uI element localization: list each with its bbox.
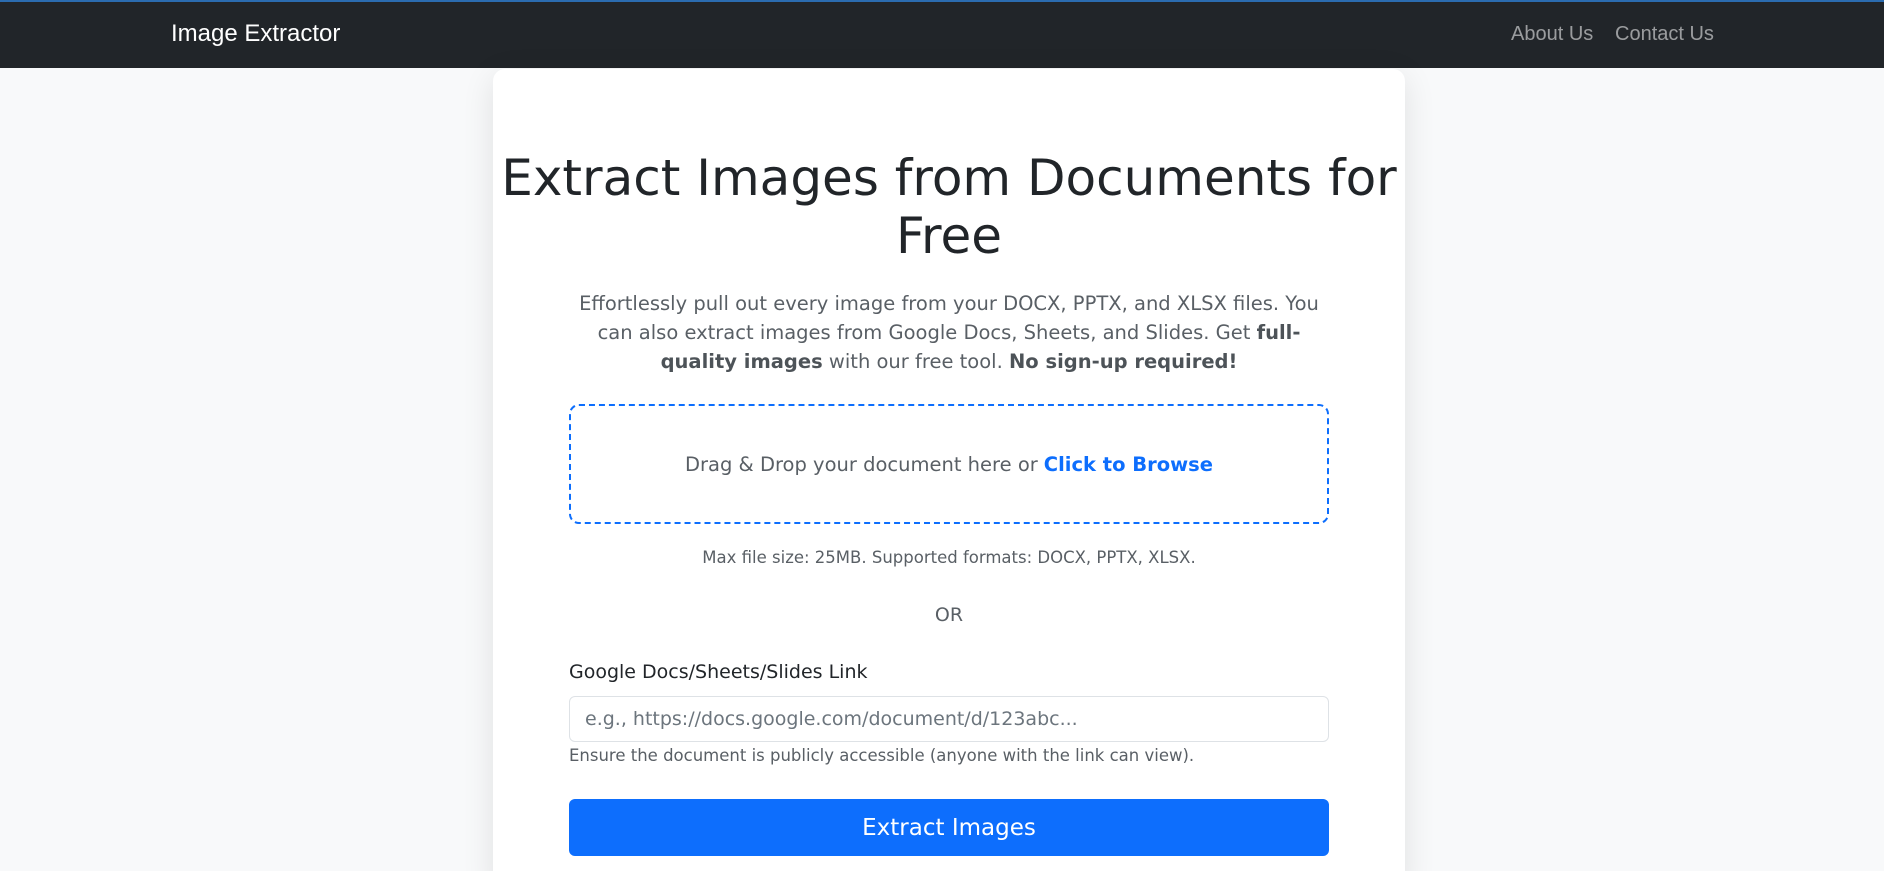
dropzone-text: Drag & Drop your document here or: [684, 452, 1038, 476]
main-card: Extract Images from Documents for Free E…: [493, 69, 1405, 871]
intro-text: Effortlessly pull out every image from y…: [568, 289, 1330, 376]
top-navbar: Image Extractor About Us Contact Us: [0, 0, 1884, 68]
browse-link[interactable]: Click to Browse: [1044, 453, 1213, 476]
extract-images-button[interactable]: Extract Images: [569, 799, 1329, 856]
brand-link[interactable]: Image Extractor: [171, 20, 340, 48]
google-link-input[interactable]: [569, 696, 1329, 742]
nav-about-us-link[interactable]: About Us: [1511, 23, 1593, 46]
google-link-help: Ensure the document is publicly accessib…: [569, 746, 1195, 765]
intro-text-part1: Effortlessly pull out every image from y…: [579, 292, 1319, 344]
google-link-label: Google Docs/Sheets/Slides Link: [569, 661, 868, 683]
file-size-hint: Max file size: 25MB. Supported formats: …: [702, 548, 1196, 567]
or-divider: OR: [934, 604, 964, 626]
intro-text-part2: with our free tool.: [822, 350, 1009, 373]
file-dropzone[interactable]: Drag & Drop your document here or Click …: [569, 404, 1329, 524]
nav-contact-us-link[interactable]: Contact Us: [1615, 23, 1714, 46]
intro-highlight-nosignup: No sign-up required!: [1008, 350, 1238, 373]
page-title: Extract Images from Documents for Free: [501, 149, 1397, 265]
